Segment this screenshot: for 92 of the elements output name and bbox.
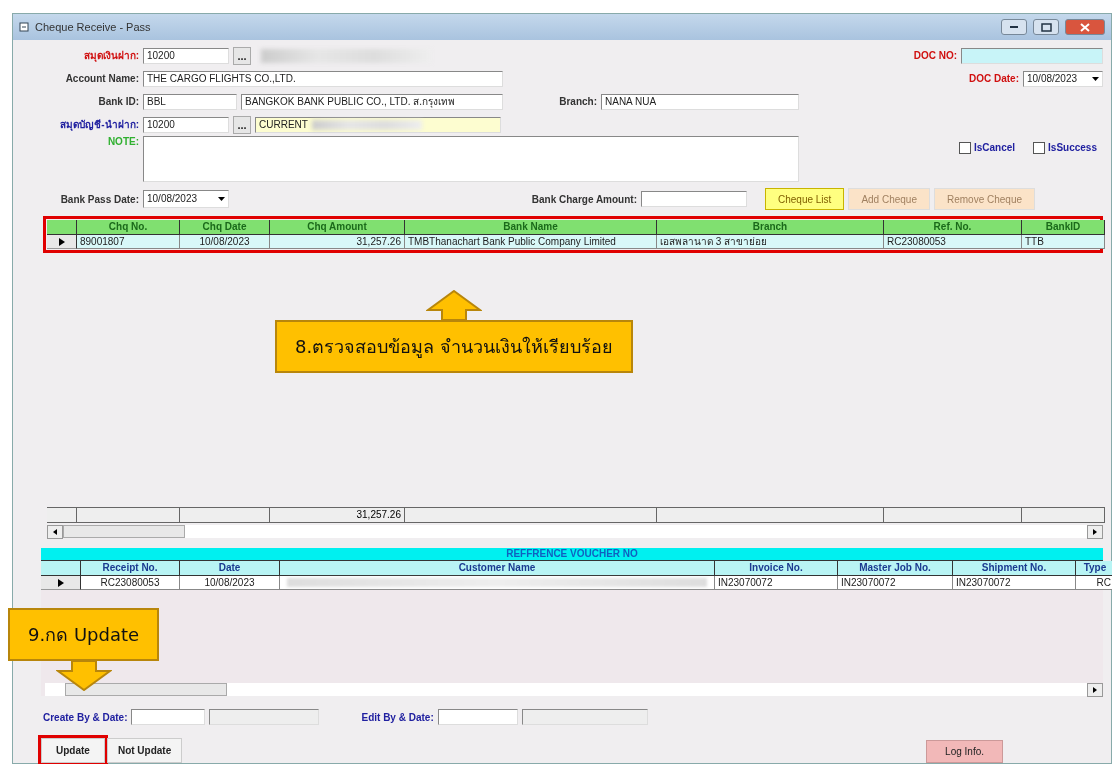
dropdown-caret-icon: [218, 197, 225, 201]
column-header[interactable]: Master Job No.: [838, 561, 953, 576]
bank-pass-date-field[interactable]: 10/08/2023: [143, 190, 229, 208]
account-type-field[interactable]: CURRENT: [255, 116, 501, 133]
field-label: Bank ID:: [97, 96, 139, 107]
row-header-cell[interactable]: [41, 576, 81, 590]
column-header[interactable]: Ref. No.: [884, 220, 1022, 235]
field-label: Bank Pass Date:: [59, 193, 139, 205]
total-amount-cell: 31,257.26: [270, 507, 405, 523]
total-cell: [47, 507, 77, 523]
maximize-icon: [1040, 22, 1052, 32]
column-header[interactable]: Receipt No.: [81, 561, 180, 576]
dropdown-caret-icon: [1092, 76, 1099, 81]
field-label: NOTE:: [106, 136, 139, 147]
checkbox-label: IsSuccess: [1048, 142, 1097, 153]
table-cell: เอสพลานาด 3 สาขาย่อย: [657, 235, 884, 249]
doc-date-field[interactable]: 10/08/2023: [1023, 70, 1103, 87]
table-cell: TTB: [1022, 235, 1105, 249]
table-cell: 10/08/2023: [180, 576, 280, 590]
close-button[interactable]: [1065, 19, 1105, 35]
doc-no-field[interactable]: [961, 47, 1103, 64]
column-header[interactable]: Shipment No.: [953, 561, 1076, 576]
row-header-cell[interactable]: [47, 235, 77, 249]
table-cell: 10/08/2023: [180, 235, 270, 249]
field-label: Branch:: [558, 96, 597, 107]
table-cell: 31,257.26: [270, 235, 405, 249]
column-header[interactable]: Date: [180, 561, 280, 576]
table-cell: 89001807: [77, 235, 180, 249]
minimize-button[interactable]: [1001, 19, 1027, 35]
column-header[interactable]: Bank Name: [405, 220, 657, 235]
horizontal-scrollbar[interactable]: [47, 525, 1103, 538]
field-label: Account Name:: [64, 73, 139, 84]
column-header[interactable]: BankID: [1022, 220, 1105, 235]
table-cell: RC: [1076, 576, 1112, 590]
column-header[interactable]: Chq No.: [77, 220, 180, 235]
field-label: สมุดบัญชี-นำฝาก:: [59, 118, 139, 132]
branch-field[interactable]: NANA NUA: [601, 93, 799, 110]
app-icon: [19, 22, 29, 32]
grid-corner-cell: [41, 561, 81, 576]
edited-by-field[interactable]: [437, 709, 518, 725]
column-header[interactable]: Invoice No.: [715, 561, 838, 576]
table-cell: RC23080053: [884, 235, 1022, 249]
checkbox-label: IsCancel: [973, 142, 1016, 153]
bank-charge-amount-field[interactable]: [641, 191, 747, 207]
column-header[interactable]: Branch: [657, 220, 884, 235]
field-label: DOC NO:: [912, 50, 957, 61]
table-cell: IN23070072: [715, 576, 838, 590]
minimize-icon: [1010, 26, 1018, 28]
close-icon: [1080, 22, 1090, 32]
table-cell: RC23080053: [81, 576, 180, 590]
account-type-text: CURRENT: [259, 117, 308, 132]
cheque-tab[interactable]: Cheque List: [765, 188, 845, 210]
column-header[interactable]: Customer Name: [280, 561, 715, 576]
field-label: DOC Date:: [968, 73, 1019, 84]
not-update-button[interactable]: Not Update: [106, 738, 183, 763]
horizontal-scrollbar[interactable]: [45, 683, 1103, 696]
bank-id-field[interactable]: BBL: [143, 93, 237, 110]
update-button[interactable]: Update: [41, 738, 105, 763]
field-label: Edit By & Date:: [361, 711, 434, 723]
created-date-field[interactable]: [209, 709, 320, 725]
maximize-button[interactable]: [1033, 19, 1059, 35]
log-info-button[interactable]: Log Info.: [926, 740, 1003, 763]
column-header[interactable]: Chq Amount: [270, 220, 405, 235]
callout-text: 9.กด Update: [28, 624, 140, 645]
window-title: Cheque Receive - Pass: [35, 21, 151, 33]
bank-name-field[interactable]: BANGKOK BANK PUBLIC CO., LTD. ส.กรุงเทพ: [241, 93, 503, 110]
account-name-field[interactable]: THE CARGO FLIGHTS CO.,LTD.: [143, 70, 503, 87]
column-header[interactable]: Chq Date: [180, 220, 270, 235]
field-label: สมุดเงินฝาก:: [82, 49, 139, 63]
checkbox[interactable]: [1033, 141, 1046, 154]
column-header[interactable]: Type: [1076, 561, 1112, 576]
created-by-field[interactable]: [131, 709, 206, 725]
browse-button[interactable]: ...: [233, 115, 251, 134]
scroll-right-icon: [1093, 686, 1097, 693]
deposit-book-field[interactable]: 10200: [143, 47, 229, 64]
table-cell: TMBThanachart Bank Public Company Limited: [405, 235, 657, 249]
browse-button[interactable]: ...: [233, 46, 251, 65]
account-book-field[interactable]: 10200: [143, 116, 229, 133]
field-label: Bank Charge Amount:: [530, 193, 637, 205]
date-text: 10/08/2023: [147, 192, 198, 206]
field-label: Create By & Date:: [43, 711, 128, 723]
date-text: 10/08/2023: [1027, 71, 1078, 86]
grid-corner-cell: [47, 220, 77, 235]
table-cell: IN23070072: [838, 576, 953, 590]
note-field[interactable]: [143, 136, 799, 182]
checkbox[interactable]: [958, 141, 971, 154]
grid-title: REFFRENCE VOUCHER NO: [41, 548, 1103, 561]
scroll-right-icon: [1093, 528, 1097, 535]
scroll-left-icon: [53, 528, 57, 535]
table-cell: IN23070072: [953, 576, 1076, 590]
edited-date-field[interactable]: [521, 709, 648, 725]
callout-text: 8.ตรวจสอบข้อมูล จำนวนเงินให้เรียบร้อย: [295, 336, 613, 357]
